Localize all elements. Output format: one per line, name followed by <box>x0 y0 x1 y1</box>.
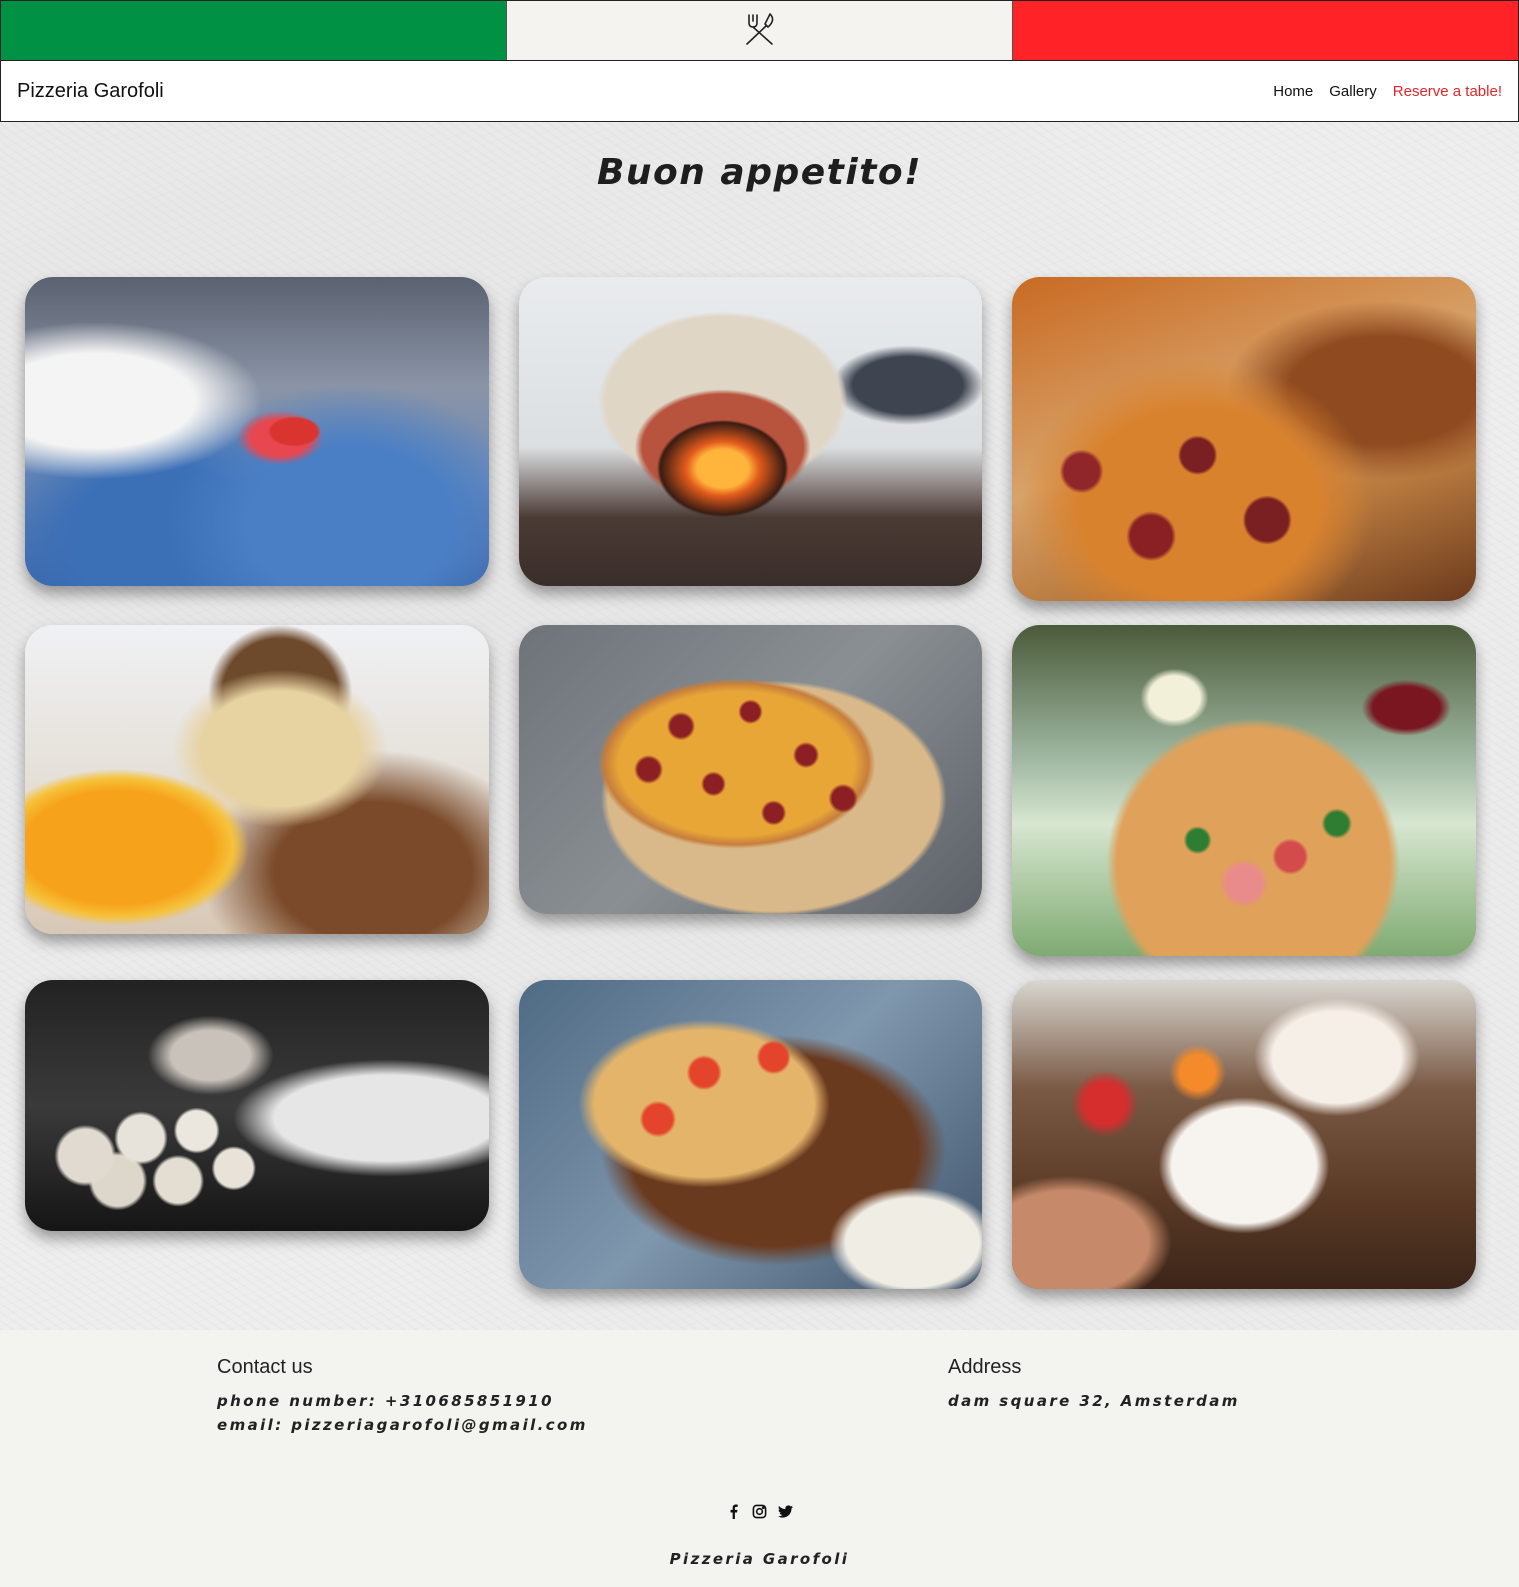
nav-link-gallery[interactable]: Gallery <box>1329 83 1377 100</box>
nav-link-reserve[interactable]: Reserve a table! <box>1393 83 1502 100</box>
facebook-icon[interactable] <box>726 1503 742 1519</box>
address-line: dam square 32, Amsterdam <box>948 1392 1240 1410</box>
contact-email: email: pizzeriagarofoli@gmail.com <box>217 1416 588 1434</box>
instagram-icon[interactable] <box>752 1503 768 1519</box>
gallery-image-focaccia[interactable] <box>519 980 982 1289</box>
photo-placeholder <box>1012 625 1476 956</box>
social-links <box>0 1503 1519 1519</box>
nav-links: Home Gallery Reserve a table! <box>1273 83 1502 100</box>
gallery-image-pepperoni-pizza-board[interactable] <box>519 625 982 914</box>
address-title: Address <box>948 1356 1022 1378</box>
footer-brand: Pizzeria Garofoli <box>669 1550 850 1568</box>
nav-link-home[interactable]: Home <box>1273 83 1313 100</box>
fork-knife-icon <box>742 11 778 52</box>
contact-title: Contact us <box>217 1356 313 1378</box>
photo-placeholder <box>519 625 982 914</box>
contact-section: Contact us phone number: +310685851910 e… <box>217 1356 588 1437</box>
photo-placeholder <box>519 980 982 1289</box>
top-navbar: Pizzeria Garofoli Home Gallery Reserve a… <box>0 60 1519 122</box>
brand-name[interactable]: Pizzeria Garofoli <box>17 80 164 103</box>
gallery-image-prosciutto-pizza[interactable] <box>1012 625 1476 956</box>
twitter-icon[interactable] <box>778 1503 794 1519</box>
gallery-section: Buon appetito! <box>0 122 1519 1330</box>
gallery-image-pepperoni-closeup[interactable] <box>1012 277 1476 601</box>
photo-placeholder <box>25 980 489 1231</box>
gallery-image-tiramisu[interactable] <box>25 625 489 934</box>
gallery-image-antipasto[interactable] <box>1012 980 1476 1289</box>
gallery-image-chef-cutting-tomatoes[interactable] <box>25 277 489 586</box>
photo-placeholder <box>1012 980 1476 1289</box>
photo-placeholder <box>519 277 982 586</box>
photo-placeholder <box>25 625 489 934</box>
photo-placeholder <box>25 277 489 586</box>
flag-red-stripe <box>1013 1 1518 61</box>
flag-white-stripe <box>506 1 1013 61</box>
contact-phone: phone number: +310685851910 <box>217 1392 554 1410</box>
gallery-image-dough-balls[interactable] <box>25 980 489 1231</box>
address-section: Address dam square 32, Amsterdam <box>948 1356 1240 1413</box>
flag-banner <box>0 0 1519 61</box>
photo-placeholder <box>1012 277 1476 601</box>
page-title: Buon appetito! <box>596 152 923 193</box>
flag-green-stripe <box>1 1 506 61</box>
footer: Contact us phone number: +310685851910 e… <box>0 1330 1519 1587</box>
gallery-image-pizza-oven[interactable] <box>519 277 982 586</box>
